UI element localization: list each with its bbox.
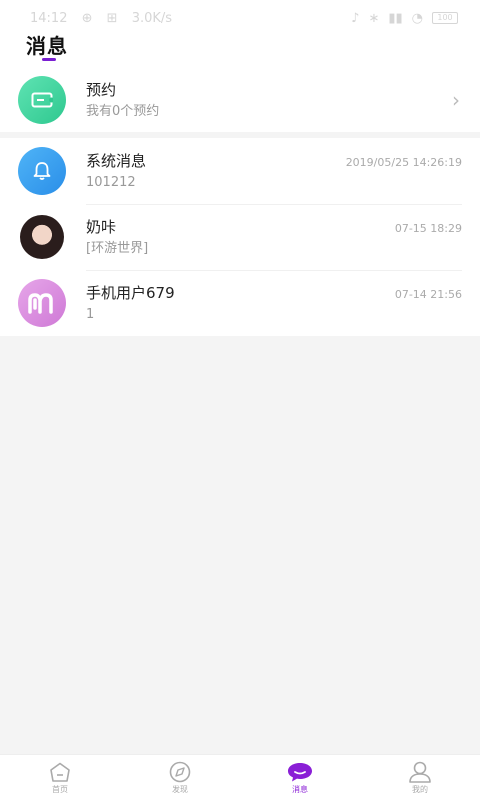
m-logo-icon: [18, 279, 66, 327]
message-preview: 101212: [86, 175, 136, 190]
appointment-title: 预约: [86, 81, 117, 99]
tab-home[interactable]: 首页: [0, 755, 120, 800]
message-item-user-1[interactable]: 奶咔 [环游世界] 07-15 18:29: [0, 204, 480, 270]
bottom-tab-bar: 首页 发现 消息 我的: [0, 754, 480, 800]
appointment-subtitle: 我有0个预约: [86, 104, 160, 119]
notification-icon-2: ⊞: [106, 10, 118, 26]
compass-icon: [168, 760, 192, 784]
message-item-user-2[interactable]: 手机用户679 1 07-14 21:56: [0, 270, 480, 336]
message-time: 2019/05/25 14:26:19: [345, 156, 462, 169]
tab-messages[interactable]: 消息: [240, 755, 360, 800]
battery-icon: 100: [432, 12, 458, 24]
title-underline: [42, 58, 56, 61]
user-avatar: [20, 215, 64, 259]
appointment-entry[interactable]: 预约 我有0个预约 ›: [0, 68, 480, 138]
ticket-icon: [18, 76, 66, 124]
silent-icon: ♪: [351, 10, 360, 26]
signal-icon: ▮▮: [388, 10, 403, 26]
message-name: 系统消息: [86, 152, 147, 170]
message-list: 系统消息 101212 2019/05/25 14:26:19 奶咔 [环游世界…: [0, 138, 480, 336]
message-icon: [286, 760, 314, 784]
message-name: 奶咔: [86, 218, 117, 236]
net-speed: 3.0K/s: [131, 10, 173, 26]
message-time: 07-14 21:56: [394, 288, 462, 301]
chevron-right-icon: ›: [452, 88, 460, 112]
wifi-icon: ◔: [411, 10, 423, 26]
message-time: 07-15 18:29: [394, 222, 462, 235]
tab-home-label: 首页: [52, 785, 68, 794]
page-title: 消息: [26, 34, 68, 58]
header: 14:12 ⊕ ⊞ 3.0K/s ♪ ∗ ▮▮ ◔ 100 消息: [0, 0, 480, 68]
home-icon: [47, 760, 73, 784]
status-time: 14:12: [30, 10, 68, 26]
message-name: 手机用户679: [86, 284, 175, 302]
bell-icon: [18, 147, 66, 195]
message-preview: [环游世界]: [86, 241, 149, 256]
tab-me-label: 我的: [412, 785, 428, 794]
tab-discover[interactable]: 发现: [120, 755, 240, 800]
message-preview: 1: [86, 307, 95, 322]
notification-icon: ⊕: [81, 10, 93, 26]
bluetooth-icon: ∗: [368, 10, 380, 26]
status-bar: 14:12 ⊕ ⊞ 3.0K/s ♪ ∗ ▮▮ ◔ 100: [0, 0, 480, 36]
tab-me[interactable]: 我的: [360, 755, 480, 800]
tab-discover-label: 发现: [172, 785, 188, 794]
person-icon: [407, 760, 433, 784]
message-item-system[interactable]: 系统消息 101212 2019/05/25 14:26:19: [0, 138, 480, 204]
tab-messages-label: 消息: [292, 785, 308, 794]
